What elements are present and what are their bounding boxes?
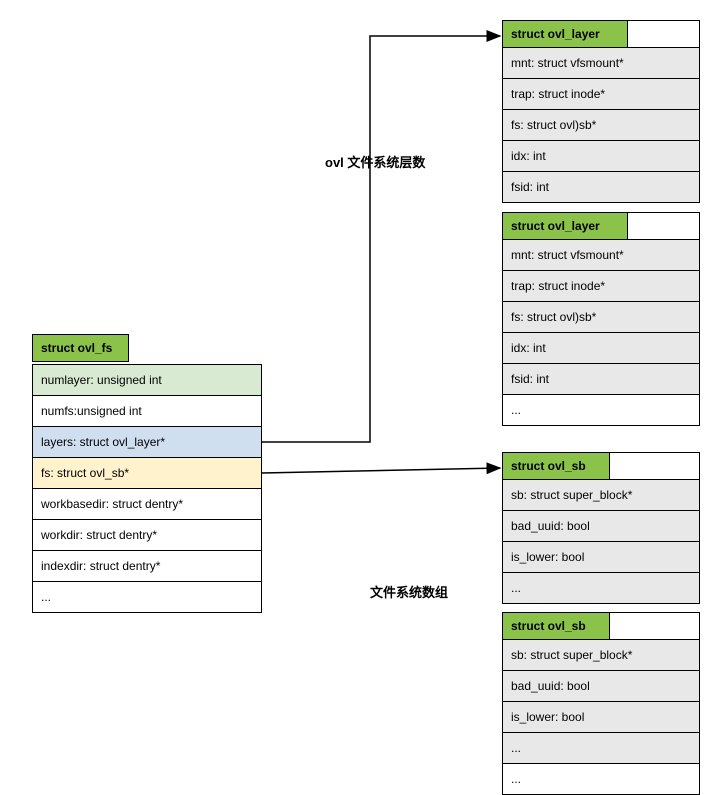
field: idx: int	[503, 141, 700, 172]
field: idx: int	[503, 333, 700, 364]
field: workdir: struct dentry*	[33, 520, 262, 551]
field: sb: struct super_block*	[503, 640, 700, 671]
field: bad_uuid: bool	[503, 671, 700, 702]
struct-ovl-fs: numlayer: unsigned int numfs:unsigned in…	[32, 364, 262, 613]
field: indexdir: struct dentry*	[33, 551, 262, 582]
field: ...	[503, 764, 700, 795]
struct-ovl-layer-2: struct ovl_layer mnt: struct vfsmount* t…	[502, 212, 700, 426]
struct-header: struct ovl_sb	[503, 453, 610, 479]
field: fs: struct ovl)sb*	[503, 110, 700, 141]
struct-ovl-sb-2: struct ovl_sb sb: struct super_block* ba…	[502, 612, 700, 795]
struct-header: struct ovl_layer	[503, 21, 628, 47]
field: trap: struct inode*	[503, 271, 700, 302]
struct-header-ovl-fs: struct ovl_fs	[32, 334, 129, 362]
struct-header: struct ovl_layer	[503, 213, 628, 239]
field: fs: struct ovl_sb*	[33, 458, 262, 489]
arrow-fs	[262, 468, 500, 473]
field: fsid: int	[503, 364, 700, 395]
field: is_lower: bool	[503, 542, 700, 573]
label-layer-count: ovl 文件系统层数	[325, 152, 425, 171]
field: workbasedir: struct dentry*	[33, 489, 262, 520]
field: mnt: struct vfsmount*	[503, 48, 700, 79]
field: trap: struct inode*	[503, 79, 700, 110]
field: mnt: struct vfsmount*	[503, 240, 700, 271]
field: fsid: int	[503, 172, 700, 203]
field: ...	[503, 395, 700, 426]
field: sb: struct super_block*	[503, 480, 700, 511]
arrow-layers	[262, 36, 500, 442]
struct-ovl-layer-1: struct ovl_layer mnt: struct vfsmount* t…	[502, 20, 700, 203]
field: numlayer: unsigned int	[33, 365, 262, 396]
field: is_lower: bool	[503, 702, 700, 733]
field: ...	[503, 573, 700, 604]
field: bad_uuid: bool	[503, 511, 700, 542]
struct-ovl-sb-1: struct ovl_sb sb: struct super_block* ba…	[502, 452, 700, 604]
label-fs-count: 文件系统数组	[370, 582, 448, 601]
field: numfs:unsigned int	[33, 396, 262, 427]
field: layers: struct ovl_layer*	[33, 427, 262, 458]
field: ...	[33, 582, 262, 613]
struct-header: struct ovl_sb	[503, 613, 610, 639]
field: fs: struct ovl)sb*	[503, 302, 700, 333]
